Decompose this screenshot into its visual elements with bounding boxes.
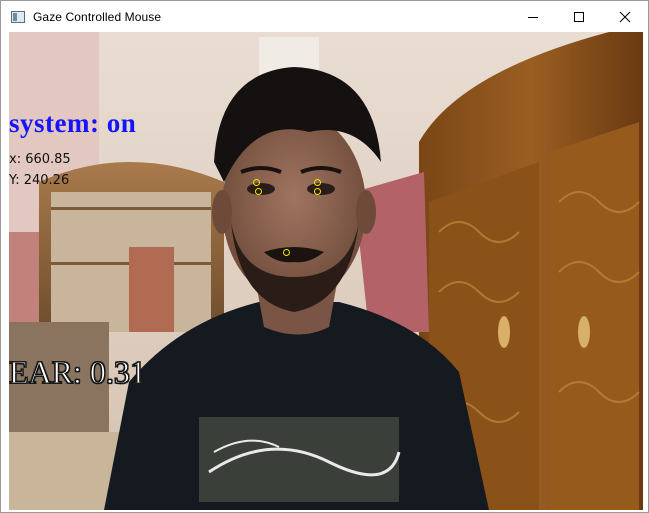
landmark-left-eye-bottom xyxy=(255,188,262,195)
maximize-button[interactable] xyxy=(556,1,602,32)
ear-readout: EAR: 0.31 xyxy=(9,354,146,391)
x-coordinate-readout: x: 660.85 xyxy=(9,152,71,167)
landmark-right-eye-bottom xyxy=(314,188,321,195)
minimize-icon xyxy=(528,16,538,18)
camera-feed: system: on x: 660.85 Y: 240.26 EAR: 0.31 xyxy=(9,32,643,510)
system-status-label: system: on xyxy=(9,108,137,138)
app-window-icon xyxy=(11,10,25,23)
webcam-image xyxy=(9,32,643,510)
landmark-right-eye-top xyxy=(314,179,321,186)
minimize-button[interactable] xyxy=(510,1,556,32)
landmark-nose-tip xyxy=(283,249,290,256)
landmark-left-eye-top xyxy=(253,179,260,186)
window-title: Gaze Controlled Mouse xyxy=(33,9,162,24)
title-bar[interactable]: Gaze Controlled Mouse xyxy=(1,1,648,32)
close-icon xyxy=(619,11,631,22)
app-window: Gaze Controlled Mouse system: on x: 660.… xyxy=(0,0,649,513)
y-coordinate-readout: Y: 240.26 xyxy=(9,173,70,188)
close-button[interactable] xyxy=(602,1,648,32)
maximize-icon xyxy=(574,11,584,22)
